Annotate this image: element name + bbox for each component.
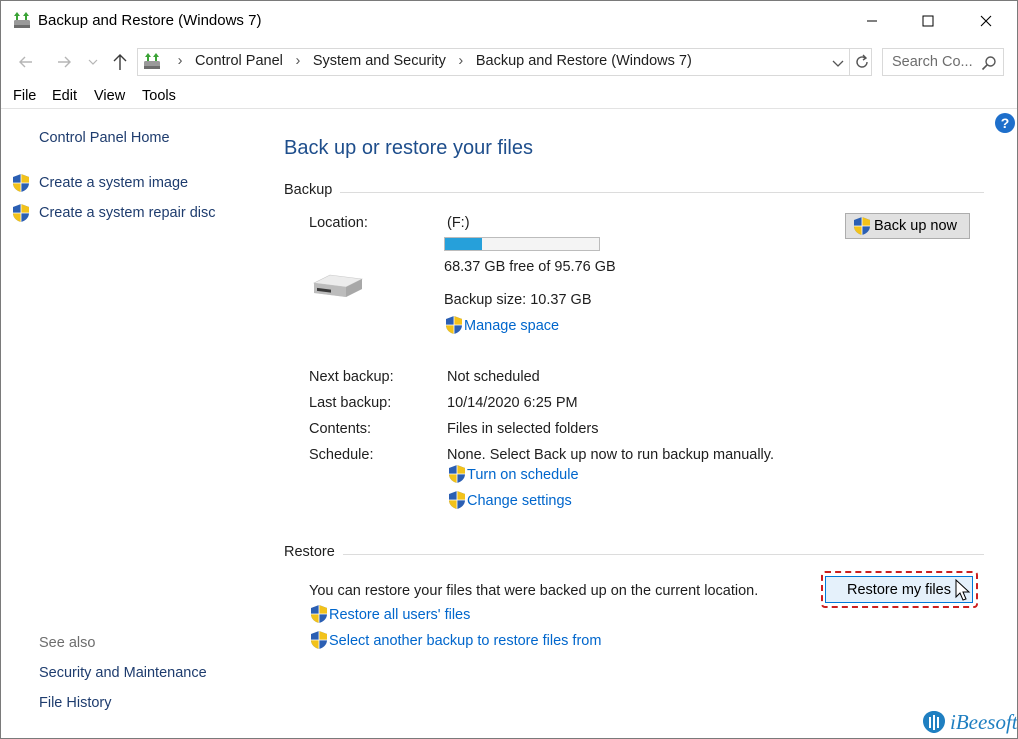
navigation-bar: › Control Panel › System and Security › … — [1, 43, 1017, 81]
close-button[interactable] — [957, 1, 1015, 41]
menu-view[interactable]: View — [94, 88, 125, 104]
refresh-icon — [855, 54, 868, 68]
next-backup-label: Next backup: — [309, 369, 394, 385]
select-another-backup-link[interactable]: Select another backup to restore files f… — [329, 633, 601, 649]
uac-shield-icon — [852, 216, 872, 236]
turn-on-schedule-link[interactable]: Turn on schedule — [467, 467, 579, 483]
window-title: Backup and Restore (Windows 7) — [38, 12, 262, 29]
svg-text:?: ? — [1001, 115, 1010, 131]
uac-shield-icon — [444, 315, 464, 335]
uac-shield-icon — [11, 203, 31, 223]
next-backup-value: Not scheduled — [447, 369, 540, 385]
create-repair-disc-link[interactable]: Create a system repair disc — [39, 205, 215, 221]
menu-bar: File Edit View Tools — [1, 85, 1017, 109]
maximize-icon — [922, 15, 934, 27]
uac-shield-icon — [309, 604, 329, 624]
minimize-icon — [867, 20, 877, 22]
help-icon[interactable]: ? — [994, 112, 1016, 134]
up-button[interactable] — [109, 51, 131, 73]
watermark-text: iBeesoft — [950, 709, 1018, 734]
address-dropdown-icon[interactable] — [831, 56, 845, 70]
forward-arrow-icon — [58, 56, 71, 68]
menu-tools[interactable]: Tools — [142, 88, 176, 104]
chevron-right-icon: › — [177, 53, 183, 69]
control-panel-home-link[interactable]: Control Panel Home — [39, 130, 170, 146]
backup-divider — [284, 192, 984, 193]
address-bar[interactable]: › Control Panel › System and Security › … — [137, 48, 872, 76]
up-arrow-icon — [113, 54, 127, 70]
search-input[interactable]: Search Co... — [882, 48, 1004, 76]
schedule-value: None. Select Back up now to run backup m… — [447, 447, 774, 463]
breadcrumb-backup-and-restore[interactable]: Backup and Restore (Windows 7) — [473, 53, 695, 69]
hard-drive-icon — [312, 274, 364, 297]
ibeesoft-logo-icon — [923, 711, 945, 733]
sidebar: Control Panel Home Create a system image… — [1, 109, 263, 738]
close-icon — [980, 15, 992, 27]
backup-restore-icon — [144, 53, 160, 69]
drive-usage-bar — [444, 237, 600, 251]
change-settings-link[interactable]: Change settings — [467, 493, 572, 509]
chevron-down-icon — [88, 59, 98, 65]
uac-shield-icon — [11, 173, 31, 193]
location-label: Location: — [309, 215, 368, 231]
breadcrumb-control-panel[interactable]: Control Panel — [192, 53, 286, 69]
see-also-heading: See also — [39, 635, 96, 651]
restore-my-files-label: Restore my files — [847, 581, 951, 598]
page-title: Back up or restore your files — [284, 137, 533, 159]
back-up-now-button[interactable]: Back up now — [845, 213, 970, 239]
menu-file[interactable]: File — [13, 88, 36, 104]
main-content: ? Back up or restore your files Backup L… — [263, 109, 1017, 739]
uac-shield-icon — [447, 464, 467, 484]
free-space-text: 68.37 GB free of 95.76 GB — [444, 259, 616, 275]
minimize-button[interactable] — [843, 1, 901, 41]
restore-divider — [284, 554, 984, 555]
file-history-link[interactable]: File History — [39, 695, 112, 711]
backup-section-title: Backup — [284, 182, 341, 198]
back-arrow-icon — [19, 56, 32, 68]
chevron-right-icon[interactable]: › — [449, 53, 473, 69]
restore-description: You can restore your files that were bac… — [309, 583, 759, 599]
uac-shield-icon — [447, 490, 467, 510]
back-button[interactable] — [15, 51, 37, 73]
location-value: (F:) — [447, 215, 470, 231]
restore-my-files-button[interactable]: Restore my files — [825, 576, 973, 603]
manage-space-link[interactable]: Manage space — [464, 318, 559, 334]
menu-edit[interactable]: Edit — [52, 88, 77, 104]
chevron-right-icon[interactable]: › — [286, 53, 310, 69]
watermark: iBeesoft — [921, 709, 1018, 735]
breadcrumb: › Control Panel › System and Security › … — [168, 53, 695, 69]
uac-shield-icon — [309, 630, 329, 650]
contents-label: Contents: — [309, 421, 372, 437]
mouse-cursor-icon — [955, 579, 971, 601]
security-maintenance-link[interactable]: Security and Maintenance — [39, 665, 207, 681]
search-icon — [981, 56, 996, 71]
title-bar: Backup and Restore (Windows 7) — [1, 1, 1017, 41]
last-backup-label: Last backup: — [309, 395, 392, 411]
restore-all-users-link[interactable]: Restore all users' files — [329, 607, 470, 623]
refresh-button[interactable] — [849, 49, 873, 75]
search-placeholder: Search Co... — [892, 54, 973, 70]
create-system-image-link[interactable]: Create a system image — [39, 175, 188, 191]
recent-locations-button[interactable] — [85, 51, 101, 73]
backup-restore-window: Backup and Restore (Windows 7) › Control… — [0, 0, 1018, 739]
restore-section-title: Restore — [284, 544, 343, 560]
schedule-label: Schedule: — [309, 447, 374, 463]
backup-size-text: Backup size: 10.37 GB — [444, 292, 592, 308]
drive-usage-fill — [445, 238, 482, 250]
backup-restore-icon — [14, 12, 30, 28]
last-backup-value: 10/14/2020 6:25 PM — [447, 395, 578, 411]
maximize-button[interactable] — [899, 1, 957, 41]
back-up-now-label: Back up now — [874, 218, 958, 234]
breadcrumb-system-and-security[interactable]: System and Security — [310, 53, 449, 69]
contents-value: Files in selected folders — [447, 421, 599, 437]
forward-button[interactable] — [53, 51, 75, 73]
